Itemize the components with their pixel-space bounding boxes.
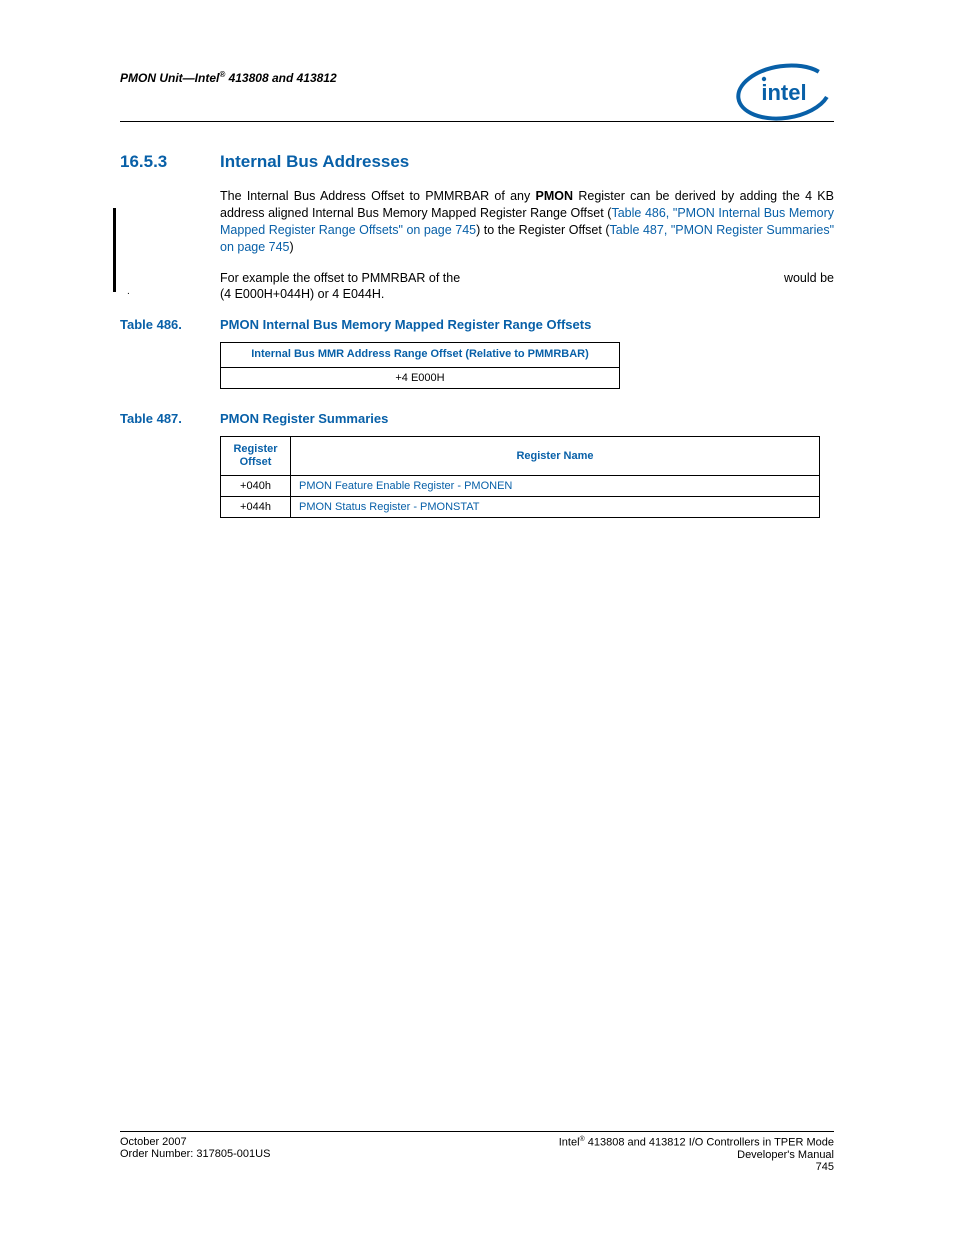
t487-col1: Register Offset <box>221 437 291 476</box>
paragraph-2: For example the offset to PMMRBAR of the… <box>220 270 834 287</box>
footer-left: October 2007 Order Number: 317805-001US <box>120 1136 270 1173</box>
t486-row: +4 E000H <box>221 368 620 389</box>
p2-b-right: would be <box>784 270 834 287</box>
table-487: Register Offset Register Name +040h PMON… <box>220 436 820 518</box>
t487-r1-offset: +044h <box>221 497 291 518</box>
table-486-caption: Table 486. PMON Internal Bus Memory Mapp… <box>120 317 834 332</box>
t487-col2: Register Name <box>291 437 820 476</box>
margin-dot: . <box>127 286 130 297</box>
paragraph-1: The Internal Bus Address Offset to PMMRB… <box>220 188 834 256</box>
page-footer: October 2007 Order Number: 317805-001US … <box>120 1131 834 1173</box>
p1-bold: PMON <box>536 189 574 203</box>
intel-logo: intel <box>734 62 834 122</box>
link-pmonen[interactable]: PMON Feature Enable Register - PMONEN <box>299 480 512 492</box>
t486-header: Internal Bus MMR Address Range Offset (R… <box>221 343 620 368</box>
table-487-caption: Table 487. PMON Register Summaries <box>120 411 834 426</box>
t486-header-text: Internal Bus MMR Address Range Offset (R… <box>251 348 589 360</box>
section-number: 16.5.3 <box>120 152 194 172</box>
header-text-post: 413808 and 413812 <box>225 71 336 85</box>
t487-r0-offset: +040h <box>221 476 291 497</box>
footer-manual: Developer's Manual <box>559 1149 834 1161</box>
table-row: +044h PMON Status Register - PMONSTAT <box>221 497 820 518</box>
paragraph-2b: (4 E000H+044H) or 4 E044H. <box>220 286 834 303</box>
footer-order: Order Number: 317805-001US <box>120 1148 270 1160</box>
footer-right: Intel® 413808 and 413812 I/O Controllers… <box>559 1136 834 1173</box>
header-title: PMON Unit—Intel® 413808 and 413812 <box>120 62 337 85</box>
p2-a: For example the offset to PMMRBAR of the <box>220 271 460 285</box>
table-486: Internal Bus MMR Address Range Offset (R… <box>220 342 620 389</box>
footer-r1a: Intel <box>559 1137 580 1149</box>
table-487-label: Table 487. <box>120 411 194 426</box>
footer-pagenum: 745 <box>559 1161 834 1173</box>
svg-text:intel: intel <box>761 80 806 105</box>
footer-r1b: 413808 and 413812 I/O Controllers in TPE… <box>585 1137 834 1149</box>
section-title: Internal Bus Addresses <box>220 152 409 172</box>
content: 16.5.3 Internal Bus Addresses The Intern… <box>120 152 834 518</box>
page: PMON Unit—Intel® 413808 and 413812 intel… <box>0 0 954 1235</box>
p1-c: ) to the Register Offset ( <box>476 223 609 237</box>
header-text-pre: PMON Unit—Intel <box>120 71 219 85</box>
table-487-title: PMON Register Summaries <box>220 411 388 426</box>
p1-a: The Internal Bus Address Offset to PMMRB… <box>220 189 536 203</box>
link-pmonstat[interactable]: PMON Status Register - PMONSTAT <box>299 501 480 513</box>
p1-d: ) <box>290 240 294 254</box>
page-header: PMON Unit—Intel® 413808 and 413812 intel <box>120 62 834 122</box>
change-bar <box>113 208 116 292</box>
footer-date: October 2007 <box>120 1136 270 1148</box>
footer-product: Intel® 413808 and 413812 I/O Controllers… <box>559 1136 834 1149</box>
section-heading: 16.5.3 Internal Bus Addresses <box>120 152 834 172</box>
table-486-label: Table 486. <box>120 317 194 332</box>
table-row: +040h PMON Feature Enable Register - PMO… <box>221 476 820 497</box>
table-486-title: PMON Internal Bus Memory Mapped Register… <box>220 317 591 332</box>
